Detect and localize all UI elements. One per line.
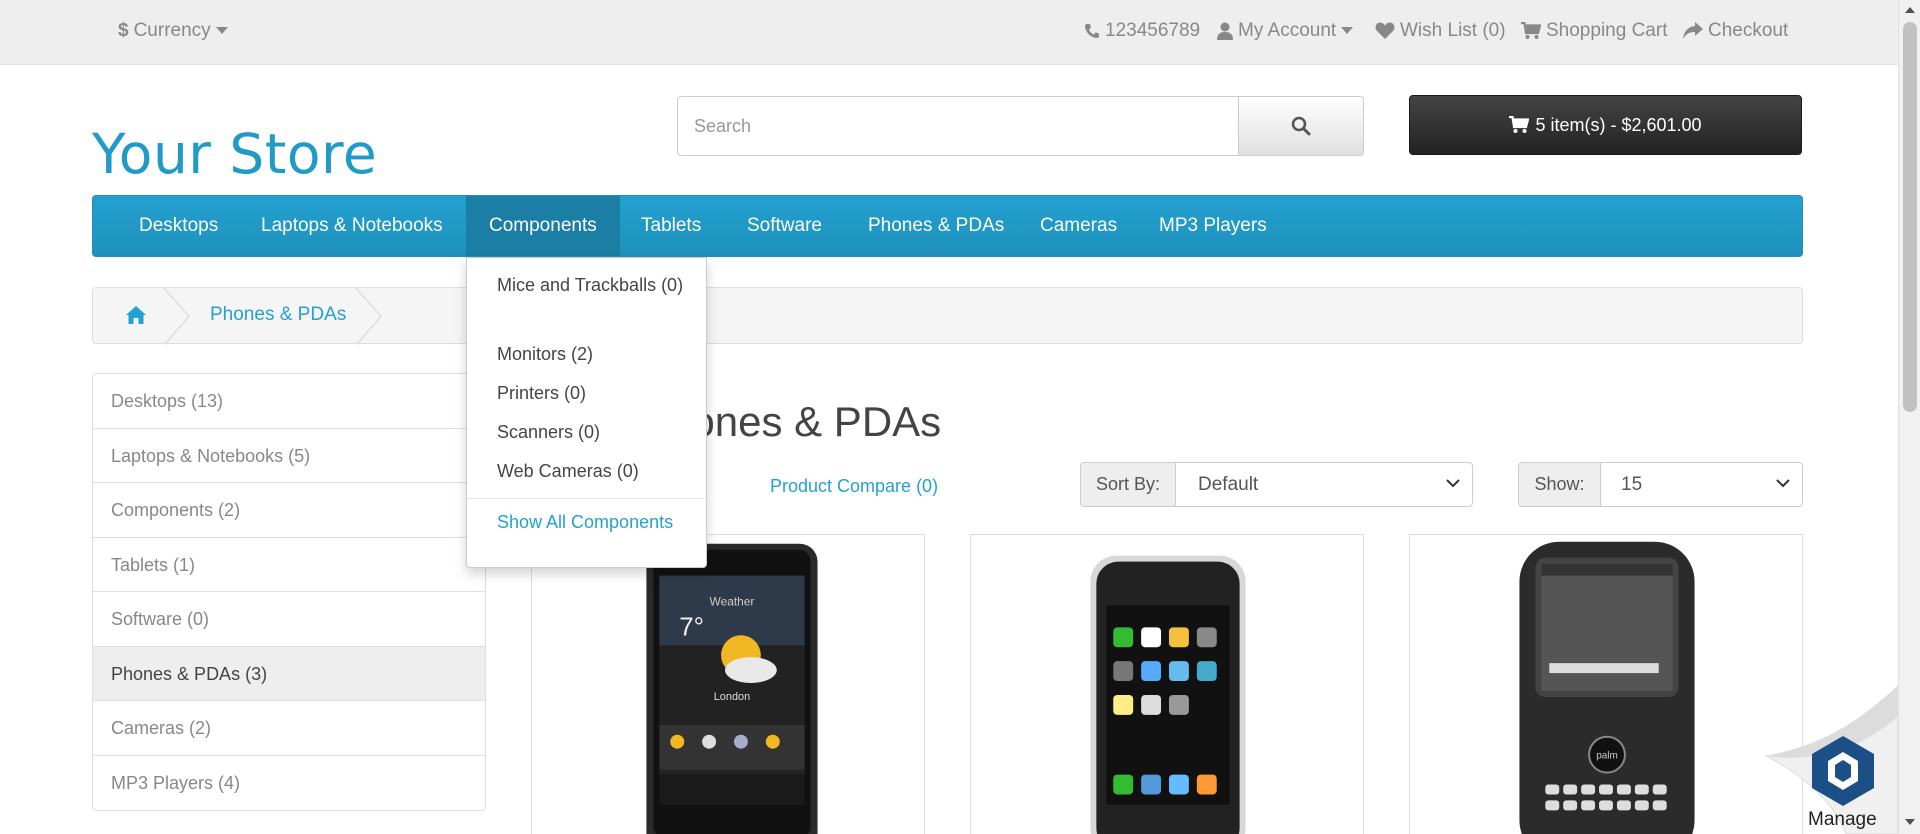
breadcrumb-separator [164, 288, 190, 345]
components-dropdown: Mice and Trackballs (0) Monitors (2) Pri… [466, 257, 707, 568]
cart-icon [1521, 22, 1541, 39]
breadcrumb-separator [356, 288, 382, 345]
category-item[interactable]: Cameras (2) [93, 701, 485, 756]
search-icon [1291, 116, 1311, 136]
heart-icon [1375, 22, 1395, 39]
manage-label: Manage [1808, 809, 1877, 830]
store-logo[interactable]: Your Store [92, 122, 377, 186]
category-item[interactable]: Laptops & Notebooks (5) [93, 429, 485, 483]
menu-item-phones[interactable]: Phones & PDAs [845, 196, 1027, 256]
main-menu: Desktops Laptops & Notebooks Components … [92, 195, 1803, 257]
checkout-label: Checkout [1708, 20, 1789, 41]
phone-number: 123456789 [1105, 20, 1201, 41]
user-icon [1217, 22, 1233, 40]
menu-item-mp3[interactable]: MP3 Players [1136, 196, 1290, 256]
product-card[interactable]: Weather 7° London [531, 534, 925, 834]
dropdown-item-scanners[interactable]: Scanners (0) [497, 417, 697, 447]
svg-text:7°: 7° [679, 613, 704, 641]
manage-widget[interactable]: Manage [1746, 686, 1898, 834]
page-scrollbar[interactable] [1898, 0, 1920, 834]
wish-list-label: Wish List (0) [1400, 20, 1506, 41]
menu-item-tablets[interactable]: Tablets [618, 196, 724, 256]
scroll-up-arrow-icon[interactable] [1899, 0, 1920, 20]
menu-item-software[interactable]: Software [724, 196, 845, 256]
cart-total-button[interactable]: 5 item(s) - $2,601.00 [1409, 95, 1802, 155]
dropdown-item-mice[interactable]: Mice and Trackballs (0) [497, 270, 697, 300]
phone-link[interactable]: 123456789 [1084, 18, 1200, 44]
menu-item-desktops[interactable]: Desktops [116, 196, 241, 256]
category-item[interactable]: Desktops (13) [93, 374, 485, 429]
share-icon [1683, 22, 1703, 39]
category-list: Desktops (13) Laptops & Notebooks (5) Co… [92, 373, 486, 811]
sort-by-select[interactable]: Default [1175, 462, 1473, 507]
menu-item-laptops[interactable]: Laptops & Notebooks [238, 196, 466, 256]
scrollbar-thumb[interactable] [1903, 22, 1917, 412]
cart-icon [1509, 116, 1530, 133]
sort-by-value: Default [1198, 473, 1259, 495]
caret-down-icon [215, 27, 228, 34]
show-limit-value: 15 [1621, 473, 1643, 495]
category-item[interactable]: MP3 Players (4) [93, 756, 485, 811]
product-image[interactable]: palm [1410, 535, 1802, 834]
checkout-link[interactable]: Checkout [1683, 18, 1788, 44]
category-item[interactable]: Software (0) [93, 592, 485, 647]
dropdown-item-web-cameras[interactable]: Web Cameras (0) [497, 456, 697, 486]
product-image[interactable]: Weather 7° London [532, 535, 924, 834]
dollar-icon: $ [118, 20, 129, 41]
dropdown-divider [467, 498, 706, 499]
chevron-down-icon [1776, 479, 1790, 488]
dropdown-item-monitors[interactable]: Monitors (2) [497, 339, 697, 369]
show-all-components-link[interactable]: Show All Components [497, 507, 697, 537]
scroll-down-arrow-icon[interactable] [1899, 812, 1920, 832]
category-item-active[interactable]: Phones & PDAs (3) [93, 646, 485, 701]
product-compare-link[interactable]: Product Compare (0) [770, 476, 938, 497]
iphone-image [1090, 555, 1246, 834]
product-image[interactable] [971, 535, 1363, 834]
product-card[interactable] [970, 534, 1364, 834]
wish-list-link[interactable]: Wish List (0) [1375, 18, 1506, 44]
my-account-dropdown[interactable]: My Account [1217, 18, 1354, 44]
chevron-down-icon [1446, 479, 1460, 488]
menu-item-components[interactable]: Components [466, 196, 620, 256]
top-bar: $ Currency 123456789 My Account Wish Lis… [0, 0, 1898, 65]
palm-treo-image: palm [1519, 541, 1695, 834]
show-label: Show: [1518, 462, 1601, 507]
search-input[interactable] [677, 96, 1239, 156]
svg-text:London: London [714, 691, 751, 703]
menu-item-cameras[interactable]: Cameras [1017, 196, 1140, 256]
category-item[interactable]: Tablets (1) [93, 538, 485, 592]
htc-phone-image: Weather 7° London [646, 543, 818, 834]
svg-text:palm: palm [1596, 751, 1618, 762]
cart-total-label: 5 item(s) - $2,601.00 [1535, 114, 1702, 135]
phone-icon [1085, 24, 1099, 38]
currency-label: Currency [133, 20, 211, 41]
sort-by-label: Sort By: [1080, 462, 1176, 507]
caret-down-icon [1341, 27, 1354, 34]
dropdown-item-printers[interactable]: Printers (0) [497, 378, 697, 408]
hexagon-logo-icon [1812, 736, 1874, 806]
shopping-cart-label: Shopping Cart [1546, 20, 1668, 41]
currency-dropdown[interactable]: $ Currency [118, 18, 228, 44]
show-limit-select[interactable]: 15 [1600, 462, 1803, 507]
svg-text:Weather: Weather [710, 594, 755, 608]
shopping-cart-link[interactable]: Shopping Cart [1521, 18, 1667, 44]
breadcrumb: Phones & PDAs [92, 287, 1803, 345]
my-account-label: My Account [1238, 20, 1337, 41]
category-item[interactable]: Components (2) [93, 483, 485, 538]
home-icon[interactable] [125, 305, 147, 325]
search-button[interactable] [1238, 96, 1364, 156]
breadcrumb-phones-link[interactable]: Phones & PDAs [210, 304, 346, 326]
product-card[interactable]: palm [1409, 534, 1803, 834]
